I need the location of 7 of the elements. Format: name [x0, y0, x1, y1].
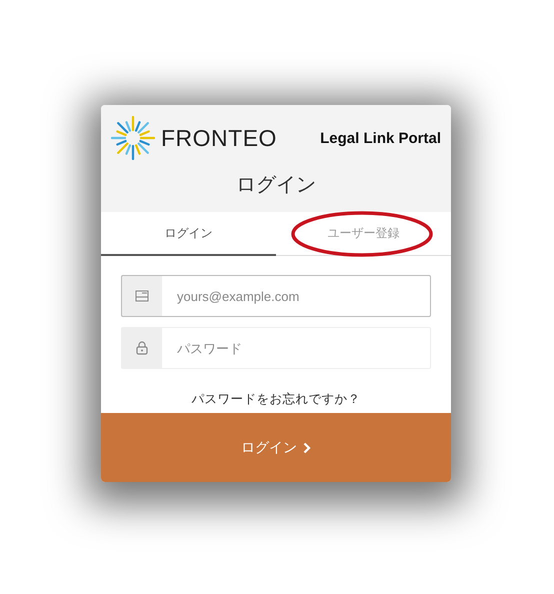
forgot-password-link[interactable]: パスワードをお忘れですか？	[192, 391, 360, 408]
starburst-logo-icon	[111, 116, 155, 160]
product-name: Legal Link Portal	[320, 130, 441, 146]
tab[interactable]: ログイン	[101, 212, 276, 256]
brand-name: FRONTEO	[161, 124, 277, 152]
page-title: ログイン	[235, 171, 317, 198]
chevron-right-icon	[303, 442, 311, 454]
